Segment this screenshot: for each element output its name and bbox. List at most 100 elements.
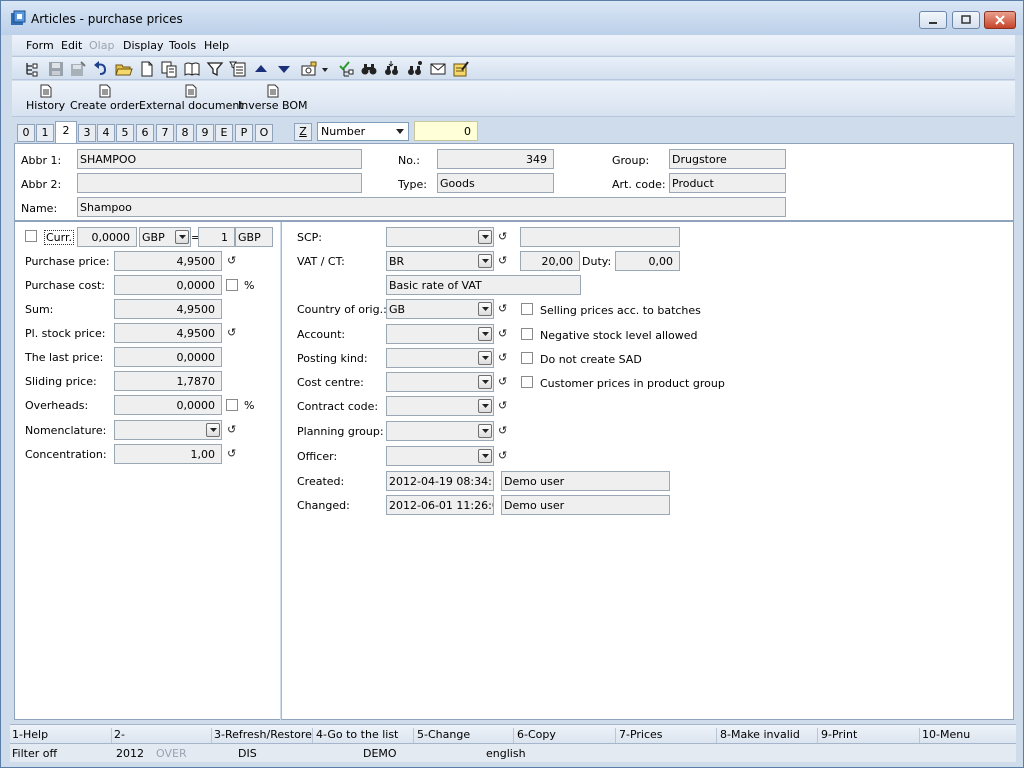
f10-menu-button[interactable]: 10-Menu xyxy=(922,728,1014,744)
vat-select[interactable]: BR xyxy=(386,251,494,271)
history-icon[interactable]: ↺ xyxy=(498,328,508,340)
abbr1-field[interactable]: SHAMPOO xyxy=(77,149,362,169)
maximize-button[interactable] xyxy=(952,11,980,29)
sum-field[interactable]: 4,9500 xyxy=(114,299,222,319)
open-button[interactable] xyxy=(115,60,133,78)
group-field[interactable]: Drugstore xyxy=(669,149,786,169)
scp-text-field[interactable] xyxy=(520,227,680,247)
f9-print-button[interactable]: 9-Print xyxy=(821,728,920,744)
negative-stock-checkbox[interactable] xyxy=(521,328,533,340)
camera-button[interactable] xyxy=(300,60,318,78)
purchase-cost-percent-checkbox[interactable] xyxy=(226,279,238,291)
create-order-button[interactable]: Create order xyxy=(70,84,139,112)
history-icon[interactable]: ↺ xyxy=(498,255,508,267)
curr-checkbox[interactable] xyxy=(25,230,37,242)
f5-change-button[interactable]: 5-Change xyxy=(417,728,514,744)
email-button[interactable] xyxy=(429,60,447,78)
tab-8[interactable]: 8 xyxy=(176,124,194,142)
z-button[interactable]: Z xyxy=(294,123,312,141)
cost-centre-select[interactable] xyxy=(386,372,494,392)
f3-refresh-button[interactable]: 3-Refresh/Restore xyxy=(214,728,313,744)
duty-field[interactable]: 0,00 xyxy=(615,251,680,271)
abbr2-field[interactable] xyxy=(77,173,362,193)
no-sad-checkbox[interactable] xyxy=(521,352,533,364)
move-up-button[interactable] xyxy=(252,60,270,78)
book-button[interactable] xyxy=(183,60,201,78)
notes-button[interactable] xyxy=(452,60,470,78)
save-button[interactable] xyxy=(47,60,65,78)
tab-2[interactable]: 2 xyxy=(55,121,77,143)
history-icon[interactable]: ↺ xyxy=(498,400,508,412)
curr-code-select[interactable]: GBP xyxy=(139,227,191,247)
undo-button[interactable] xyxy=(92,60,110,78)
last-price-field[interactable]: 0,0000 xyxy=(114,347,222,367)
search-input[interactable]: 0 xyxy=(414,121,478,141)
overheads-field[interactable]: 0,0000 xyxy=(114,395,222,415)
tab-7[interactable]: 7 xyxy=(156,124,174,142)
find-button[interactable] xyxy=(360,60,378,78)
account-select[interactable] xyxy=(386,324,494,344)
scp-select[interactable] xyxy=(386,227,494,247)
filter-button[interactable] xyxy=(206,60,224,78)
search-field-select[interactable]: Number xyxy=(317,122,409,141)
menu-olap[interactable]: Olap xyxy=(89,39,114,52)
overheads-percent-checkbox[interactable] xyxy=(226,399,238,411)
rate-code-field[interactable]: GBP xyxy=(235,227,273,247)
new-button[interactable] xyxy=(138,60,156,78)
history-icon[interactable]: ↺ xyxy=(498,231,508,243)
tree-button[interactable] xyxy=(24,60,42,78)
menu-edit[interactable]: Edit xyxy=(61,39,82,52)
tab-9[interactable]: 9 xyxy=(196,124,214,142)
f1-help-button[interactable]: 1-Help xyxy=(12,728,112,744)
tab-1[interactable]: 1 xyxy=(36,124,54,142)
minimize-button[interactable] xyxy=(919,11,947,29)
contract-code-select[interactable] xyxy=(386,396,494,416)
f8-make-invalid-button[interactable]: 8-Make invalid xyxy=(720,728,818,744)
move-down-button[interactable] xyxy=(275,60,293,78)
external-document-button[interactable]: External document xyxy=(139,84,244,112)
sliding-price-field[interactable]: 1,7870 xyxy=(114,371,222,391)
menu-help[interactable]: Help xyxy=(204,39,229,52)
check-tree-button[interactable] xyxy=(338,60,356,78)
tab-6[interactable]: 6 xyxy=(136,124,154,142)
f6-copy-button[interactable]: 6-Copy xyxy=(517,728,616,744)
rate-field[interactable]: 1 xyxy=(198,227,235,247)
menu-display[interactable]: Display xyxy=(123,39,164,52)
menu-tools[interactable]: Tools xyxy=(169,39,196,52)
history-icon[interactable]: ↺ xyxy=(227,448,237,460)
type-field[interactable]: Goods xyxy=(437,173,554,193)
name-field[interactable]: Shampoo xyxy=(77,197,786,217)
nomenclature-select[interactable] xyxy=(114,420,222,440)
find-next-button[interactable] xyxy=(383,60,401,78)
find-pin-button[interactable] xyxy=(406,60,424,78)
selling-prices-batches-checkbox[interactable] xyxy=(521,303,533,315)
no-field[interactable]: 349 xyxy=(437,149,554,169)
filter-document-button[interactable] xyxy=(229,60,247,78)
copy-button[interactable] xyxy=(160,60,178,78)
history-button[interactable]: History xyxy=(26,84,65,112)
planning-group-select[interactable] xyxy=(386,421,494,441)
purchase-cost-field[interactable]: 0,0000 xyxy=(114,275,222,295)
country-select[interactable]: GB xyxy=(386,299,494,319)
history-icon[interactable]: ↺ xyxy=(498,450,508,462)
tab-5[interactable]: 5 xyxy=(116,124,134,142)
inverse-bom-button[interactable]: Inverse BOM xyxy=(238,84,308,112)
f7-prices-button[interactable]: 7-Prices xyxy=(619,728,717,744)
camera-dropdown-button[interactable] xyxy=(320,60,330,78)
purchase-price-field[interactable]: 4,9500 xyxy=(114,251,222,271)
officer-select[interactable] xyxy=(386,446,494,466)
history-icon[interactable]: ↺ xyxy=(227,327,237,339)
tab-3[interactable]: 3 xyxy=(78,124,96,142)
tab-e[interactable]: E xyxy=(215,124,233,142)
f4-goto-list-button[interactable]: 4-Go to the list xyxy=(316,728,414,744)
vat-rate-field[interactable]: 20,00 xyxy=(520,251,580,271)
posting-kind-select[interactable] xyxy=(386,348,494,368)
art-code-field[interactable]: Product xyxy=(669,173,786,193)
pl-stock-price-field[interactable]: 4,9500 xyxy=(114,323,222,343)
history-icon[interactable]: ↺ xyxy=(498,303,508,315)
save-as-button[interactable] xyxy=(69,60,87,78)
history-icon[interactable]: ↺ xyxy=(227,424,237,436)
f2-button[interactable]: 2- xyxy=(114,728,212,744)
history-icon[interactable]: ↺ xyxy=(498,376,508,388)
curr-value-field[interactable]: 0,0000 xyxy=(77,227,137,247)
